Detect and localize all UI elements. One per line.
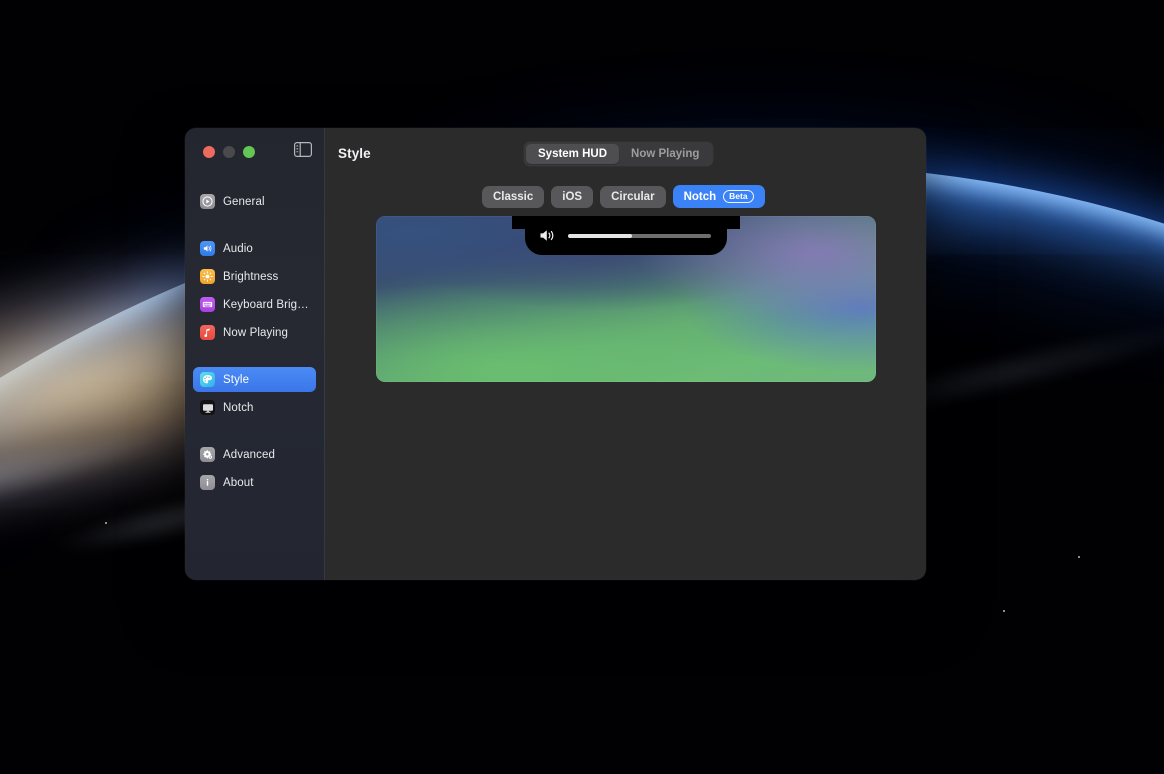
sidebar-item-label: About <box>223 476 254 489</box>
style-option-notch[interactable]: Notch Beta <box>672 185 765 208</box>
app-window: General Audio Brightness Keyboard Brig… … <box>185 128 926 580</box>
beta-badge: Beta <box>723 190 754 203</box>
sidebar-item-about[interactable]: About <box>193 470 316 495</box>
volume-speaker-icon <box>539 228 556 243</box>
sidebar-group-general: General <box>193 189 316 214</box>
sidebar-item-label: Audio <box>223 242 253 255</box>
sidebar-item-label: Advanced <box>223 448 275 461</box>
volume-slider[interactable] <box>568 233 711 238</box>
gears-icon <box>200 447 215 462</box>
sidebar-group-misc: Advanced About <box>193 442 316 495</box>
minimize-button[interactable] <box>223 146 235 158</box>
music-note-icon <box>200 325 215 340</box>
style-option-circular[interactable]: Circular <box>600 185 666 208</box>
content-pane: Style System HUD Now Playing Classic iOS… <box>325 128 926 580</box>
hud-preview <box>376 216 876 382</box>
style-option-label: Notch <box>683 190 717 203</box>
sidebar-item-audio[interactable]: Audio <box>193 236 316 261</box>
notch-corner-left <box>512 216 525 229</box>
sidebar-divider <box>193 217 316 232</box>
city-light <box>1003 610 1005 612</box>
keyboard-icon <box>200 297 215 312</box>
sidebar-divider <box>193 348 316 363</box>
sidebar-group-appearance: Style Notch <box>193 367 316 420</box>
page-title: Style <box>338 146 371 161</box>
display-icon <box>200 400 215 415</box>
sidebar-toggle-icon[interactable] <box>294 142 312 157</box>
general-icon <box>200 194 215 209</box>
sidebar-item-now-playing[interactable]: Now Playing <box>193 320 316 345</box>
palette-icon <box>200 372 215 387</box>
sidebar: General Audio Brightness Keyboard Brig… … <box>185 128 325 580</box>
sidebar-item-label: General <box>223 195 265 208</box>
sidebar-item-label: Brightness <box>223 270 279 283</box>
sidebar-item-style[interactable]: Style <box>193 367 316 392</box>
sidebar-item-label: Keyboard Brig… <box>223 298 309 311</box>
style-option-ios[interactable]: iOS <box>551 185 594 208</box>
sidebar-item-general[interactable]: General <box>193 189 316 214</box>
volume-slider-fill <box>568 233 633 238</box>
city-light <box>105 522 107 524</box>
close-button[interactable] <box>203 146 215 158</box>
sidebar-item-advanced[interactable]: Advanced <box>193 442 316 467</box>
tab-system-hud[interactable]: System HUD <box>526 144 620 164</box>
city-light <box>1078 556 1080 558</box>
hud-mode-segmented-control: System HUD Now Playing <box>524 142 714 166</box>
speaker-icon <box>200 241 215 256</box>
style-option-classic[interactable]: Classic <box>482 185 545 208</box>
sidebar-item-label: Now Playing <box>223 326 289 339</box>
sidebar-group-modules: Audio Brightness Keyboard Brig… Now Play… <box>193 236 316 345</box>
sidebar-divider <box>193 423 316 438</box>
tab-now-playing[interactable]: Now Playing <box>619 144 711 164</box>
notch-hud[interactable] <box>512 216 740 255</box>
style-options-group: Classic iOS Circular Notch Beta <box>482 185 765 208</box>
sidebar-item-label: Style <box>223 373 250 386</box>
info-icon <box>200 475 215 490</box>
sidebar-item-keyboard-brightness[interactable]: Keyboard Brig… <box>193 292 316 317</box>
notch-corner-right <box>727 216 740 229</box>
sidebar-item-notch[interactable]: Notch <box>193 395 316 420</box>
sidebar-item-brightness[interactable]: Brightness <box>193 264 316 289</box>
sidebar-item-label: Notch <box>223 401 254 414</box>
zoom-button[interactable] <box>243 146 255 158</box>
sun-icon <box>200 269 215 284</box>
